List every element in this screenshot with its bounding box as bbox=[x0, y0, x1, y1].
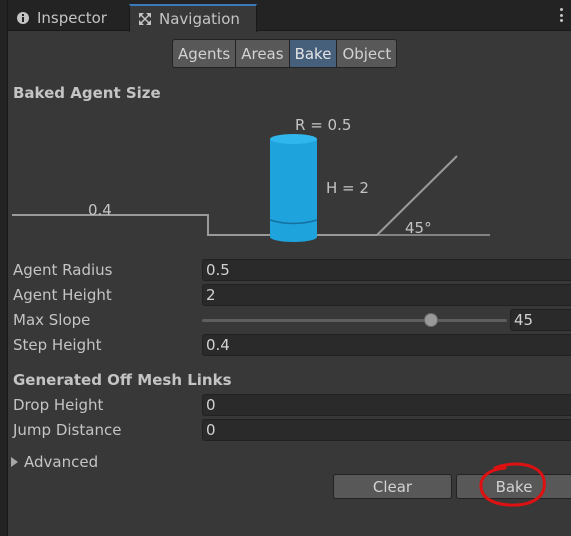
agent-height-label: Agent Height bbox=[13, 286, 112, 304]
tab-navigation-label: Navigation bbox=[159, 10, 240, 28]
baked-agent-size-title: Baked Agent Size bbox=[13, 84, 161, 102]
step-height-row: Step Height 0.4 bbox=[13, 334, 571, 356]
tab-navigation[interactable]: Navigation bbox=[129, 4, 257, 32]
drop-height-label: Drop Height bbox=[13, 396, 104, 414]
foldout-arrow-icon bbox=[11, 457, 18, 467]
off-mesh-links-title: Generated Off Mesh Links bbox=[13, 371, 232, 389]
agent-radius-field[interactable]: 0.5 bbox=[202, 259, 571, 281]
max-slope-slider-track[interactable] bbox=[202, 319, 507, 322]
advanced-foldout[interactable]: Advanced bbox=[11, 453, 98, 471]
agent-height-row: Agent Height 2 bbox=[13, 284, 571, 306]
tab-bar: Inspector Navigation bbox=[8, 0, 571, 32]
agent-cylinder bbox=[269, 134, 318, 242]
drop-height-field[interactable]: 0 bbox=[202, 394, 571, 416]
max-slope-label: Max Slope bbox=[13, 311, 91, 329]
advanced-label: Advanced bbox=[24, 453, 99, 471]
more-options-icon[interactable] bbox=[559, 8, 563, 22]
max-slope-slider-handle[interactable] bbox=[423, 313, 438, 327]
drop-height-row: Drop Height 0 bbox=[13, 394, 571, 416]
navigation-mode-toolbar: Agents Areas Bake Object bbox=[172, 39, 398, 68]
step-label: 0.4 bbox=[88, 201, 112, 219]
tab-inspector[interactable]: Inspector bbox=[8, 4, 128, 31]
step-height-field[interactable]: 0.4 bbox=[202, 334, 571, 356]
radius-label: R = 0.5 bbox=[295, 116, 351, 134]
agent-height-field[interactable]: 2 bbox=[202, 284, 571, 306]
step-height-label: Step Height bbox=[13, 336, 102, 354]
jump-distance-row: Jump Distance 0 bbox=[13, 419, 571, 441]
info-icon bbox=[17, 11, 29, 24]
segment-object[interactable]: Object bbox=[337, 40, 397, 67]
segment-agents[interactable]: Agents bbox=[173, 40, 237, 67]
segment-areas[interactable]: Areas bbox=[236, 40, 290, 67]
jump-distance-label: Jump Distance bbox=[13, 421, 122, 439]
clear-button[interactable]: Clear bbox=[333, 474, 452, 499]
navigation-icon bbox=[139, 13, 151, 25]
segment-bake[interactable]: Bake bbox=[289, 40, 338, 67]
agent-size-diagram: R = 0.5 H = 2 0.4 45° bbox=[12, 116, 490, 242]
max-slope-row: Max Slope 45 bbox=[13, 309, 571, 331]
agent-radius-row: Agent Radius 0.5 bbox=[13, 259, 571, 281]
height-label: H = 2 bbox=[326, 179, 369, 197]
bake-button[interactable]: Bake bbox=[456, 474, 571, 499]
max-slope-field[interactable]: 45 bbox=[510, 309, 571, 331]
tab-inspector-label: Inspector bbox=[37, 8, 107, 27]
slope-label: 45° bbox=[405, 219, 432, 237]
agent-radius-label: Agent Radius bbox=[13, 261, 113, 279]
jump-distance-field[interactable]: 0 bbox=[202, 419, 571, 441]
ground-outline bbox=[12, 155, 458, 236]
left-edge-strip bbox=[0, 0, 8, 536]
